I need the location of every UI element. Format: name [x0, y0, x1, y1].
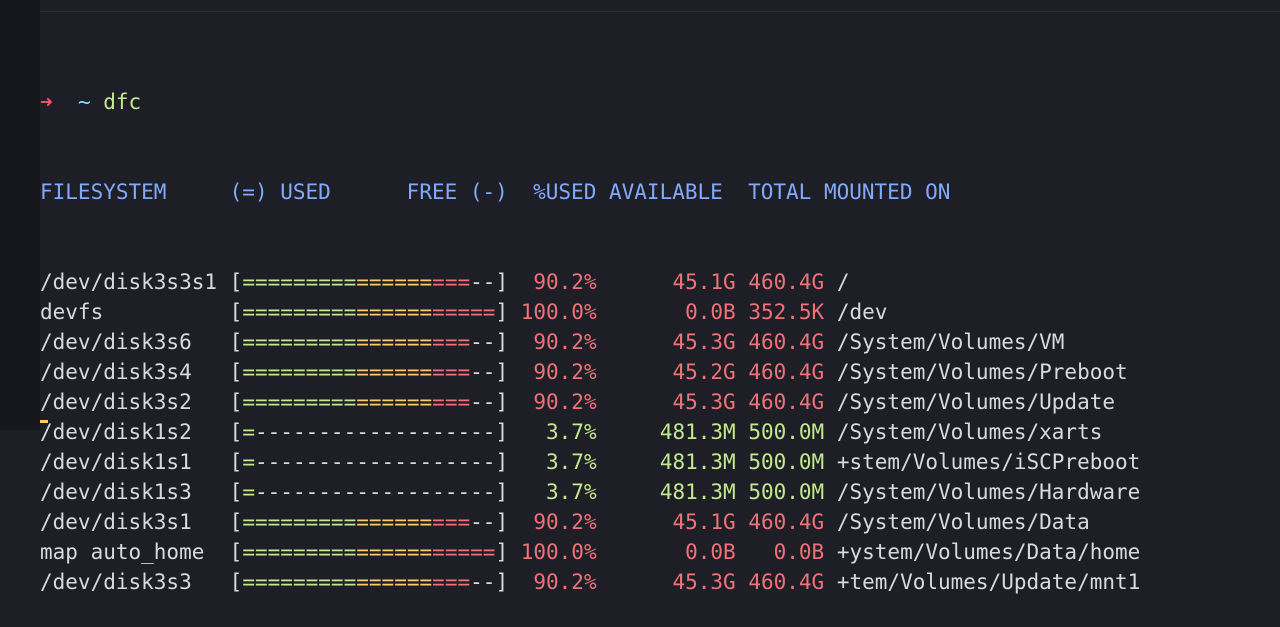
percent-used: 90.2%	[520, 570, 597, 594]
filesystem-name: /dev/disk3s3s1	[40, 270, 230, 294]
header-free: FREE (-)	[406, 180, 508, 204]
available: 45.3G	[609, 570, 736, 594]
total-size: 460.4G	[748, 270, 825, 294]
available: 0.0B	[609, 300, 736, 324]
available: 481.3M	[609, 420, 736, 444]
percent-used: 90.2%	[520, 510, 597, 534]
table-body: /dev/disk3s3s1 [==================--] 90…	[40, 267, 1280, 597]
available: 45.1G	[609, 270, 736, 294]
usage-bar: ==================--	[242, 570, 496, 594]
mount-point: /System/Volumes/Hardware	[836, 480, 1141, 504]
mount-point: +ystem/Volumes/Data/home	[836, 540, 1141, 564]
usage-bar: =-------------------	[242, 420, 496, 444]
available: 45.1G	[609, 510, 736, 534]
usage-bar: =-------------------	[242, 480, 496, 504]
usage-bar: ==================--	[242, 330, 496, 354]
table-row[interactable]: map auto_home [====================] 100…	[40, 537, 1280, 567]
percent-used: 3.7%	[520, 480, 597, 504]
filesystem-name: devfs	[40, 300, 230, 324]
divider	[40, 11, 1280, 12]
filesystem-name: map auto_home	[40, 540, 230, 564]
mount-point: +stem/Volumes/iSCPreboot	[836, 450, 1141, 474]
filesystem-name: /dev/disk1s1	[40, 450, 230, 474]
terminal-output[interactable]: ➜ ~ dfc FILESYSTEM (=) USED FREE (-) %US…	[40, 27, 1280, 627]
total-size: 500.0M	[748, 450, 825, 474]
usage-bar: =-------------------	[242, 450, 496, 474]
cursor-fragment	[40, 420, 48, 423]
percent-used: 3.7%	[520, 450, 597, 474]
usage-bar: ==================--	[242, 270, 496, 294]
total-size: 460.4G	[748, 510, 825, 534]
available: 45.2G	[609, 360, 736, 384]
filesystem-name: /dev/disk1s2	[40, 420, 230, 444]
table-header: FILESYSTEM (=) USED FREE (-) %USED AVAIL…	[40, 177, 1280, 207]
filesystem-name: /dev/disk3s4	[40, 360, 230, 384]
percent-used: 90.2%	[520, 270, 597, 294]
percent-used: 100.0%	[520, 540, 597, 564]
table-row[interactable]: /dev/disk3s3s1 [==================--] 90…	[40, 267, 1280, 297]
prompt-command: dfc	[103, 90, 142, 114]
mount-point: /	[836, 270, 850, 294]
total-size: 460.4G	[748, 570, 825, 594]
prompt-line: ➜ ~ dfc	[40, 87, 1280, 117]
filesystem-name: /dev/disk3s6	[40, 330, 230, 354]
table-row[interactable]: /dev/disk3s1 [==================--] 90.2…	[40, 507, 1280, 537]
usage-bar: ==================--	[242, 510, 496, 534]
table-row[interactable]: /dev/disk3s4 [==================--] 90.2…	[40, 357, 1280, 387]
available: 45.3G	[609, 330, 736, 354]
table-row[interactable]: /dev/disk3s3 [==================--] 90.2…	[40, 567, 1280, 597]
percent-used: 3.7%	[520, 420, 597, 444]
filesystem-name: /dev/disk1s3	[40, 480, 230, 504]
header-filesystem: FILESYSTEM	[40, 180, 167, 204]
total-size: 500.0M	[748, 420, 825, 444]
available: 45.3G	[609, 390, 736, 414]
mount-point: +tem/Volumes/Update/mnt1	[836, 570, 1141, 594]
available: 0.0B	[609, 540, 736, 564]
total-size: 500.0M	[748, 480, 825, 504]
table-row[interactable]: /dev/disk1s1 [=-------------------] 3.7%…	[40, 447, 1280, 477]
filesystem-name: /dev/disk3s3	[40, 570, 230, 594]
header-pct-used: %USED	[533, 180, 597, 204]
total-size: 352.5K	[748, 300, 825, 324]
percent-used: 100.0%	[520, 300, 597, 324]
percent-used: 90.2%	[520, 360, 597, 384]
table-row[interactable]: /dev/disk3s6 [==================--] 90.2…	[40, 327, 1280, 357]
usage-bar: ====================	[242, 300, 496, 324]
mount-point: /System/Volumes/Data	[836, 510, 1090, 534]
usage-bar: ====================	[242, 540, 496, 564]
total-size: 0.0B	[748, 540, 825, 564]
mount-point: /System/Volumes/Update	[836, 390, 1116, 414]
percent-used: 90.2%	[520, 390, 597, 414]
mount-point: /System/Volumes/xarts	[836, 420, 1103, 444]
prompt-arrow-icon: ➜	[40, 90, 53, 114]
window-gutter	[0, 0, 40, 430]
available: 481.3M	[609, 450, 736, 474]
usage-bar: ==================--	[242, 360, 496, 384]
header-mounted-on: MOUNTED ON	[823, 180, 951, 204]
prompt-cwd: ~	[77, 90, 91, 114]
total-size: 460.4G	[748, 390, 825, 414]
filesystem-name: /dev/disk3s2	[40, 390, 230, 414]
mount-point: /System/Volumes/VM	[836, 330, 1065, 354]
table-row[interactable]: /dev/disk3s2 [==================--] 90.2…	[40, 387, 1280, 417]
header-used: (=) USED	[229, 180, 331, 204]
percent-used: 90.2%	[520, 330, 597, 354]
total-size: 460.4G	[748, 330, 825, 354]
header-available: AVAILABLE	[609, 180, 723, 204]
table-row[interactable]: /dev/disk1s3 [=-------------------] 3.7%…	[40, 477, 1280, 507]
usage-bar: ==================--	[242, 390, 496, 414]
mount-point: /dev	[836, 300, 888, 324]
filesystem-name: /dev/disk3s1	[40, 510, 230, 534]
table-row[interactable]: devfs [====================] 100.0% 0.0B…	[40, 297, 1280, 327]
table-row[interactable]: /dev/disk1s2 [=-------------------] 3.7%…	[40, 417, 1280, 447]
header-total: TOTAL	[748, 180, 812, 204]
mount-point: /System/Volumes/Preboot	[836, 360, 1128, 384]
available: 481.3M	[609, 480, 736, 504]
total-size: 460.4G	[748, 360, 825, 384]
